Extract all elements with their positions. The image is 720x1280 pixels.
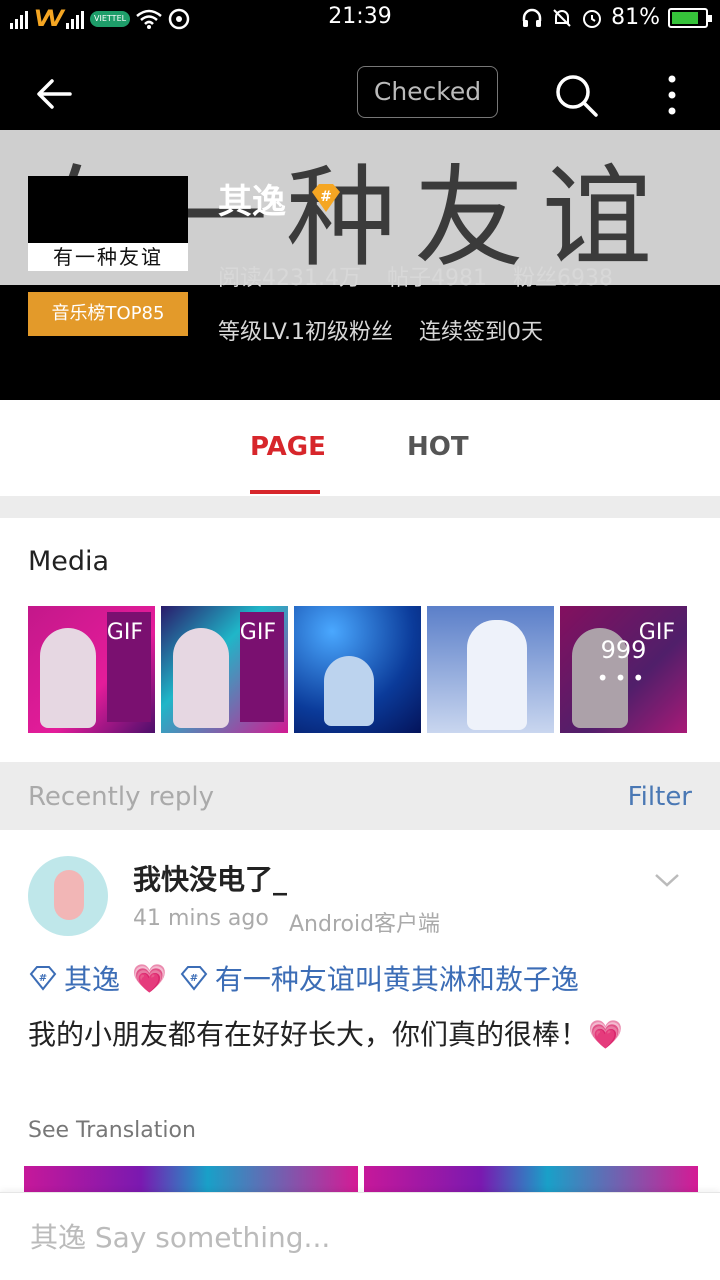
sort-recently-reply[interactable]: Recently reply [28,782,214,812]
post-count: 帖子4981 [386,266,487,291]
post-client: Android客户端 [289,912,441,937]
active-tab-indicator [250,490,320,494]
comment-bar [0,1192,720,1280]
checkin-streak: 连续签到0天 [419,320,544,345]
forum-name: 其逸 [218,182,286,222]
chevron-down-icon[interactable] [654,870,680,890]
post-body: 我的小朋友都有在好好长大，你们真的很棒！💗 [28,1018,623,1051]
avatar-label: 有一种友谊 [28,243,188,271]
topic-tag-2[interactable]: 有一种友谊叫黄其淋和敖子逸 [215,958,579,998]
reply-filter-bar: Recently reply Filter [0,762,720,830]
fan-count: 粉丝6938 [512,266,613,291]
status-right: 81% [521,5,712,30]
gif-badge: GIF [106,620,143,645]
status-bar: VV VIETTEL 21:39 81% [0,0,720,38]
alarm-icon [583,9,602,28]
headset-icon [522,8,542,27]
svg-text:#: # [320,189,332,205]
topic-diamond-icon: # [180,966,208,991]
heart-emoji-icon: 💗 [132,961,167,995]
media-more-thumb[interactable]: GIF 999 ••• [560,606,687,733]
post-time: 41 mins ago [133,906,269,931]
post-username[interactable]: 我快没电了_ [133,858,287,898]
thumb-photo [173,628,229,728]
tab-bar: PAGE HOT [0,400,720,496]
svg-text:#: # [39,973,47,984]
media-thumb[interactable]: GIF [28,606,155,733]
search-icon[interactable] [553,72,599,118]
forum-stats: 阅读4231.4万 帖子4981 粉丝6938 [218,260,613,292]
comment-input[interactable] [30,1217,670,1257]
filter-button[interactable]: Filter [628,782,692,812]
checked-button[interactable]: Checked [357,66,498,118]
forum-header: 有一种友谊 Checked 有一种友谊 音乐榜TOP85 其逸 # 阅读4231… [0,38,720,400]
rank-badge[interactable]: 音乐榜TOP85 [28,292,188,336]
mute-bell-icon [553,8,571,27]
gif-badge: GIF [239,620,276,645]
battery-fill [672,11,698,24]
topic-tag-1[interactable]: 其逸 [64,958,120,998]
thumb-photo [467,620,527,730]
tab-hot[interactable]: HOT [407,432,469,462]
tab-page[interactable]: PAGE [250,432,326,462]
more-dots-icon: ••• [596,666,651,690]
battery-percent: 81% [611,5,660,30]
user-stats: 等级LV.1初级粉丝 连续签到0天 [218,314,543,346]
forum-avatar: 有一种友谊 [28,176,188,271]
thumb-photo [324,656,374,726]
see-translation-link[interactable]: See Translation [28,1118,196,1143]
post-tags: # 其逸 💗 # 有一种友谊叫黄其淋和敖子逸 [28,958,579,998]
more-options-icon[interactable] [660,72,684,118]
media-title: Media [28,546,110,577]
topic-diamond-icon: # [29,966,57,991]
battery-icon [668,7,712,28]
back-arrow-icon[interactable] [30,68,82,120]
thumb-photo [40,628,96,728]
media-thumb[interactable] [427,606,554,733]
media-thumb[interactable]: GIF [161,606,288,733]
media-count: 999 [600,636,647,664]
user-level: 等级LV.1初级粉丝 [218,320,394,345]
media-thumb[interactable] [294,606,421,733]
read-count: 阅读4231.4万 [218,266,361,291]
section-divider [0,496,720,518]
vip-diamond-icon: # [312,184,340,212]
avatar[interactable] [28,856,108,936]
media-thumbnails: GIF GIF GIF 999 ••• [28,606,687,733]
avatar-figure [54,870,84,920]
svg-text:#: # [190,973,198,984]
